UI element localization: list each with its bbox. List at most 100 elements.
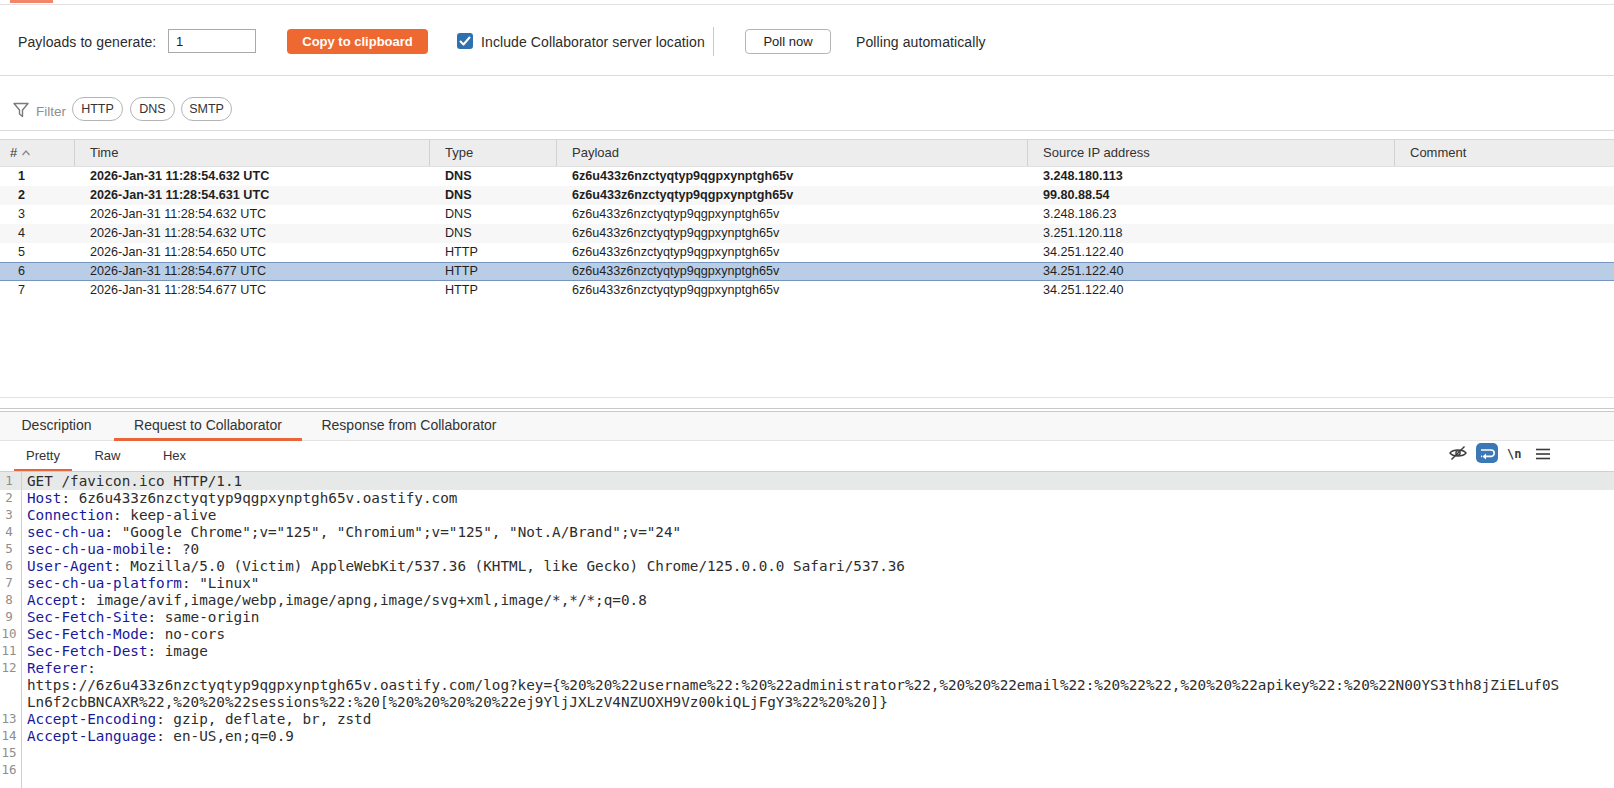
table-row[interactable]: 62026-Jan-31 11:28:54.677 UTCHTTP6z6u433… — [0, 262, 1614, 281]
column-header-source-ip[interactable]: Source IP address — [1028, 140, 1395, 166]
subtab-raw[interactable]: Raw — [85, 441, 130, 472]
editor-line: 16 — [0, 761, 1614, 779]
cell-payload: 6z6u433z6nzctyqtyp9qgpxynptgh65v — [557, 281, 1028, 300]
editor-line: 2Host: 6z6u433z6nzctyqtyp9qgpxynptgh65v.… — [0, 489, 1614, 507]
tab-description[interactable]: Description — [8, 412, 105, 441]
cell-type: HTTP — [430, 243, 557, 262]
cell-time: 2026-Jan-31 11:28:54.632 UTC — [75, 224, 430, 243]
table-row[interactable]: 22026-Jan-31 11:28:54.631 UTCDNS6z6u433z… — [0, 186, 1614, 205]
show-newlines-icon[interactable]: \n — [1507, 447, 1521, 461]
editor-line: 14Accept-Language: en-US,en;q=0.9 — [0, 727, 1614, 745]
cell-n: 5 — [0, 243, 75, 262]
editor-line: 11Sec-Fetch-Dest: image — [0, 642, 1614, 660]
column-header-payload[interactable]: Payload — [557, 140, 1028, 166]
editor-line: https://6z6u433z6nzctyqtyp9qgpxynptgh65v… — [0, 676, 1614, 694]
cell-payload: 6z6u433z6nzctyqtyp9qgpxynptgh65v — [557, 243, 1028, 262]
cell-time: 2026-Jan-31 11:28:54.677 UTC — [75, 281, 430, 300]
cell-type: DNS — [430, 186, 557, 205]
table-header[interactable]: # Time Type Payload Source IP address Co… — [0, 139, 1614, 167]
editor-line: Ln6f2cbBNCAXR%22,%20%20%22sessions%22:%2… — [0, 693, 1614, 711]
polling-status-label: Polling automatically — [856, 34, 986, 50]
cell-comment — [1395, 224, 1614, 243]
column-header-number[interactable]: # — [0, 140, 75, 166]
editor-line: 7sec-ch-ua-platform: "Linux" — [0, 574, 1614, 592]
interactions-table-body: 12026-Jan-31 11:28:54.632 UTCDNS6z6u433z… — [0, 167, 1614, 300]
subtab-pretty[interactable]: Pretty — [14, 441, 72, 472]
splitter-line-top[interactable] — [0, 397, 1614, 398]
table-row[interactable]: 42026-Jan-31 11:28:54.632 UTCDNS6z6u433z… — [0, 224, 1614, 243]
cell-ip: 34.251.122.40 — [1028, 262, 1395, 281]
cell-type: HTTP — [430, 281, 557, 300]
poll-now-button[interactable]: Poll now — [745, 29, 831, 54]
filter-pill-http[interactable]: HTTP — [72, 97, 123, 121]
editor-line: 10Sec-Fetch-Mode: no-cors — [0, 625, 1614, 643]
cell-time: 2026-Jan-31 11:28:54.632 UTC — [75, 205, 430, 224]
editor-line: 6User-Agent: Mozilla/5.0 (Victim) AppleW… — [0, 557, 1614, 575]
filter-pill-dns[interactable]: DNS — [130, 97, 175, 121]
cell-n: 6 — [0, 262, 75, 281]
cell-type: DNS — [430, 205, 557, 224]
tab-request-to-collaborator[interactable]: Request to Collaborator — [114, 412, 302, 441]
editor-line: 4sec-ch-ua: "Google Chrome";v="125", "Ch… — [0, 523, 1614, 541]
include-server-location-label: Include Collaborator server location — [481, 34, 705, 50]
cell-ip: 34.251.122.40 — [1028, 281, 1395, 300]
editor-line: 1GET /favicon.ico HTTP/1.1 — [0, 472, 1614, 490]
check-icon — [457, 33, 473, 49]
cell-type: HTTP — [430, 262, 557, 281]
word-wrap-toggle-icon[interactable] — [1476, 443, 1498, 463]
filter-label: Filter — [36, 104, 66, 119]
column-header-time[interactable]: Time — [75, 140, 430, 166]
table-row[interactable]: 72026-Jan-31 11:28:54.677 UTCHTTP6z6u433… — [0, 281, 1614, 300]
editor-menu-icon[interactable] — [1535, 447, 1551, 461]
filter-pill-smtp[interactable]: SMTP — [181, 97, 232, 121]
editor-line: 13Accept-Encoding: gzip, deflate, br, zs… — [0, 710, 1614, 728]
hide-nonprintable-icon[interactable] — [1447, 444, 1469, 462]
editor-line: 15 — [0, 744, 1614, 762]
cell-n: 3 — [0, 205, 75, 224]
cell-time: 2026-Jan-31 11:28:54.650 UTC — [75, 243, 430, 262]
table-row[interactable]: 12026-Jan-31 11:28:54.632 UTCDNS6z6u433z… — [0, 167, 1614, 186]
include-server-location-checkbox[interactable] — [457, 33, 473, 49]
tab-response-from-collaborator[interactable]: Response from Collaborator — [311, 412, 507, 441]
subtab-hex[interactable]: Hex — [152, 441, 197, 472]
filter-funnel-icon — [12, 101, 30, 119]
payloads-count-input[interactable] — [168, 29, 256, 53]
cell-comment — [1395, 205, 1614, 224]
cell-comment — [1395, 186, 1614, 205]
cell-type: DNS — [430, 167, 557, 186]
cell-n: 1 — [0, 167, 75, 186]
cell-payload: 6z6u433z6nzctyqtyp9qgpxynptgh65v — [557, 262, 1028, 281]
table-row[interactable]: 32026-Jan-31 11:28:54.632 UTCDNS6z6u433z… — [0, 205, 1614, 224]
cell-ip: 3.248.186.23 — [1028, 205, 1395, 224]
cell-time: 2026-Jan-31 11:28:54.632 UTC — [75, 167, 430, 186]
column-header-type[interactable]: Type — [430, 140, 557, 166]
cell-comment — [1395, 167, 1614, 186]
cell-ip: 34.251.122.40 — [1028, 243, 1395, 262]
column-header-comment[interactable]: Comment — [1395, 140, 1614, 166]
top-strip-border — [0, 4, 1614, 5]
cell-n: 4 — [0, 224, 75, 243]
payloads-to-generate-label: Payloads to generate: — [18, 34, 156, 50]
editor-line: 9Sec-Fetch-Site: same-origin — [0, 608, 1614, 626]
cell-payload: 6z6u433z6nzctyqtyp9qgpxynptgh65v — [557, 186, 1028, 205]
cell-type: DNS — [430, 224, 557, 243]
cell-time: 2026-Jan-31 11:28:54.631 UTC — [75, 186, 430, 205]
cell-ip: 3.251.120.118 — [1028, 224, 1395, 243]
table-row[interactable]: 52026-Jan-31 11:28:54.650 UTCHTTP6z6u433… — [0, 243, 1614, 262]
cell-n: 2 — [0, 186, 75, 205]
cell-ip: 99.80.88.54 — [1028, 186, 1395, 205]
cell-payload: 6z6u433z6nzctyqtyp9qgpxynptgh65v — [557, 205, 1028, 224]
filter-bar — [0, 77, 1614, 131]
cell-time: 2026-Jan-31 11:28:54.677 UTC — [75, 262, 430, 281]
cell-payload: 6z6u433z6nzctyqtyp9qgpxynptgh65v — [557, 224, 1028, 243]
editor-line: 8Accept: image/avif,image/webp,image/apn… — [0, 591, 1614, 609]
editor-line: 5sec-ch-ua-mobile: ?0 — [0, 540, 1614, 558]
cell-payload: 6z6u433z6nzctyqtyp9qgpxynptgh65v — [557, 167, 1028, 186]
editor-line: 12Referer: — [0, 659, 1614, 677]
copy-to-clipboard-button[interactable]: Copy to clipboard — [287, 29, 428, 54]
partial-tab-indicator[interactable] — [10, 0, 53, 3]
cell-comment — [1395, 262, 1614, 281]
cell-comment — [1395, 281, 1614, 300]
toolbar-divider — [713, 27, 714, 56]
cell-ip: 3.248.180.113 — [1028, 167, 1395, 186]
